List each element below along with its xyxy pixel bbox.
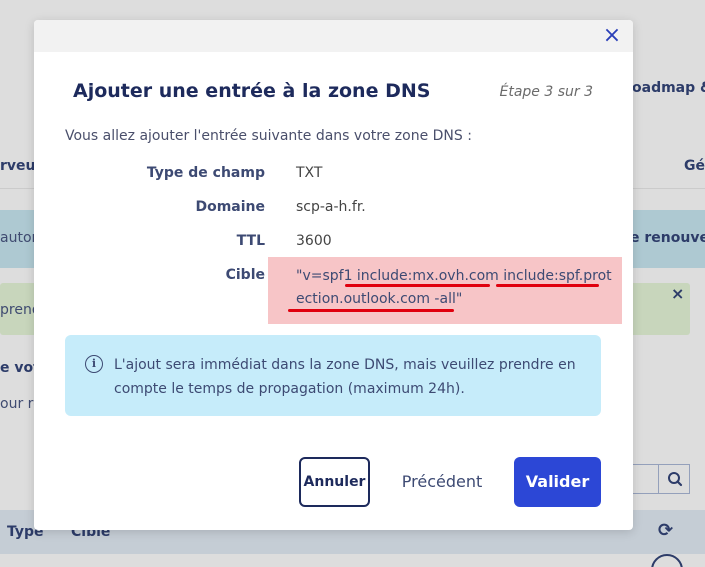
field-target-value: "v=spf1 include:mx.ovh.com include:spf.p… (296, 265, 612, 311)
intro-text: Vous allez ajouter l'entrée suivante dan… (65, 128, 472, 144)
field-type-value: TXT (296, 165, 323, 181)
underline-include-mx (345, 284, 490, 287)
info-callout: i L'ajout sera immédiat dans la zone DNS… (65, 335, 601, 416)
cancel-button[interactable]: Annuler (299, 457, 370, 507)
field-type-label: Type de champ (146, 165, 265, 181)
field-domain-value: scp-a-h.fr. (296, 199, 366, 215)
modal-title: Ajouter une entrée à la zone DNS (73, 80, 431, 102)
info-text: L'ajout sera immédiat dans la zone DNS, … (114, 357, 576, 397)
dns-entry-modal: × Ajouter une entrée à la zone DNS Étape… (34, 20, 633, 530)
field-target-label: Cible (225, 267, 265, 283)
underline-outlook (288, 309, 454, 312)
field-target-line-2: ection.outlook.com -all" (296, 291, 463, 307)
field-ttl-label: TTL (236, 233, 265, 249)
field-domain-label: Domaine (195, 199, 265, 215)
field-target-highlight: "v=spf1 include:mx.ovh.com include:spf.p… (268, 257, 622, 324)
step-indicator: Étape 3 sur 3 (499, 84, 593, 100)
close-icon: × (602, 23, 622, 48)
previous-button[interactable]: Précédent (392, 470, 492, 494)
validate-button[interactable]: Valider (514, 457, 601, 507)
info-icon: i (85, 355, 103, 373)
field-ttl-value: 3600 (296, 233, 332, 249)
close-button[interactable]: × (601, 25, 623, 47)
modal-header-bar (34, 20, 633, 52)
underline-include-spf (496, 284, 599, 287)
